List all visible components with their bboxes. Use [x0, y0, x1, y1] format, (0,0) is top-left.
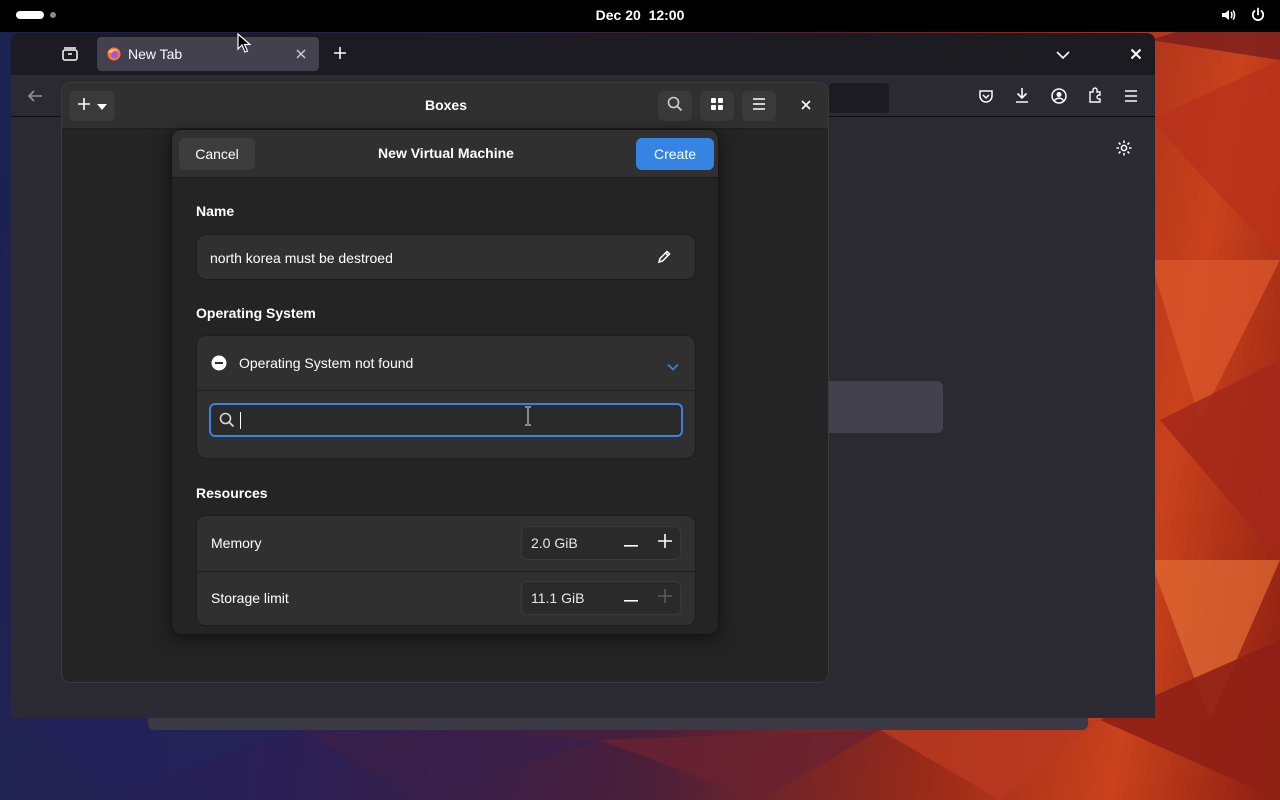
not-found-icon	[211, 355, 227, 376]
top-bar: Dec 20 12:00	[0, 0, 1280, 32]
volume-icon	[1220, 7, 1236, 28]
plus-icon	[658, 533, 672, 553]
search-icon	[219, 412, 235, 433]
url-bar[interactable]	[829, 83, 889, 113]
text-cursor-icon	[523, 406, 533, 431]
os-selector-row[interactable]: Operating System not found	[197, 336, 695, 390]
clock-time: 12:00	[648, 7, 685, 23]
chevron-down-icon	[667, 358, 679, 376]
os-search-input[interactable]	[209, 403, 683, 437]
plus-icon	[658, 588, 672, 608]
memory-increase-button[interactable]	[648, 527, 682, 559]
create-button[interactable]: Create	[636, 138, 714, 170]
main-menu-button[interactable]	[742, 91, 776, 121]
resources-card: Memory 2.0 GiB Storage limit 11.1 GiB	[196, 515, 696, 626]
clock-date: Dec 20	[595, 7, 641, 23]
search-icon	[667, 96, 683, 117]
tab-overview-icon[interactable]	[61, 46, 79, 67]
tab-label: New Tab	[128, 46, 183, 62]
boxes-header-bar: Boxes	[62, 83, 828, 129]
memory-label: Memory	[211, 535, 262, 551]
mouse-pointer-icon	[237, 32, 252, 58]
pocket-icon[interactable]	[978, 88, 994, 109]
close-window-icon[interactable]	[1130, 47, 1142, 65]
list-tabs-chevron-icon[interactable]	[1056, 47, 1070, 65]
close-icon	[801, 97, 811, 115]
new-tab-search-box[interactable]	[819, 381, 943, 433]
firefox-logo-icon	[107, 47, 121, 66]
os-status-text: Operating System not found	[239, 355, 414, 371]
power-icon	[1250, 7, 1266, 28]
close-boxes-button[interactable]	[795, 95, 817, 117]
clock[interactable]: Dec 20 12:00	[0, 7, 1280, 23]
dialog-header-bar: Cancel New Virtual Machine Create	[172, 130, 718, 178]
resources-section-label: Resources	[196, 485, 268, 501]
name-value: north korea must be destroed	[210, 250, 393, 266]
browser-tab[interactable]: New Tab	[97, 37, 319, 71]
browser-bottom-edge	[148, 718, 1088, 730]
close-tab-icon[interactable]	[295, 47, 307, 65]
os-section-label: Operating System	[196, 305, 316, 321]
resources-divider	[197, 571, 695, 572]
download-icon[interactable]	[1014, 87, 1030, 109]
search-button[interactable]	[658, 91, 692, 121]
storage-value: 11.1 GiB	[531, 590, 585, 606]
storage-increase-button	[648, 582, 682, 614]
name-section-label: Name	[196, 203, 235, 219]
storage-spinbutton[interactable]: 11.1 GiB	[521, 581, 681, 615]
os-selector: Operating System not found	[196, 335, 696, 459]
account-icon[interactable]	[1051, 88, 1067, 109]
os-divider	[197, 390, 695, 391]
back-arrow-icon[interactable]	[27, 89, 43, 108]
text-caret	[240, 412, 241, 429]
browser-tab-strip: New Tab	[11, 33, 1155, 75]
storage-decrease-button[interactable]	[614, 582, 648, 614]
system-status-area[interactable]	[1220, 7, 1266, 28]
settings-gear-icon[interactable]	[1115, 139, 1133, 162]
hamburger-icon	[752, 97, 766, 115]
new-vm-dialog: Cancel New Virtual Machine Create Name n…	[171, 129, 719, 635]
memory-value: 2.0 GiB	[531, 535, 578, 551]
minus-icon	[624, 534, 638, 552]
name-field[interactable]: north korea must be destroed	[196, 234, 696, 280]
edit-pencil-icon[interactable]	[657, 250, 671, 269]
minus-icon	[624, 589, 638, 607]
memory-spinbutton[interactable]: 2.0 GiB	[521, 526, 681, 560]
hamburger-menu-icon[interactable]	[1124, 89, 1138, 107]
grid-view-button[interactable]	[700, 91, 734, 121]
storage-label: Storage limit	[211, 590, 289, 606]
grid-icon	[710, 97, 724, 116]
extensions-icon[interactable]	[1087, 87, 1103, 109]
memory-decrease-button[interactable]	[614, 527, 648, 559]
new-tab-icon[interactable]	[333, 46, 347, 65]
